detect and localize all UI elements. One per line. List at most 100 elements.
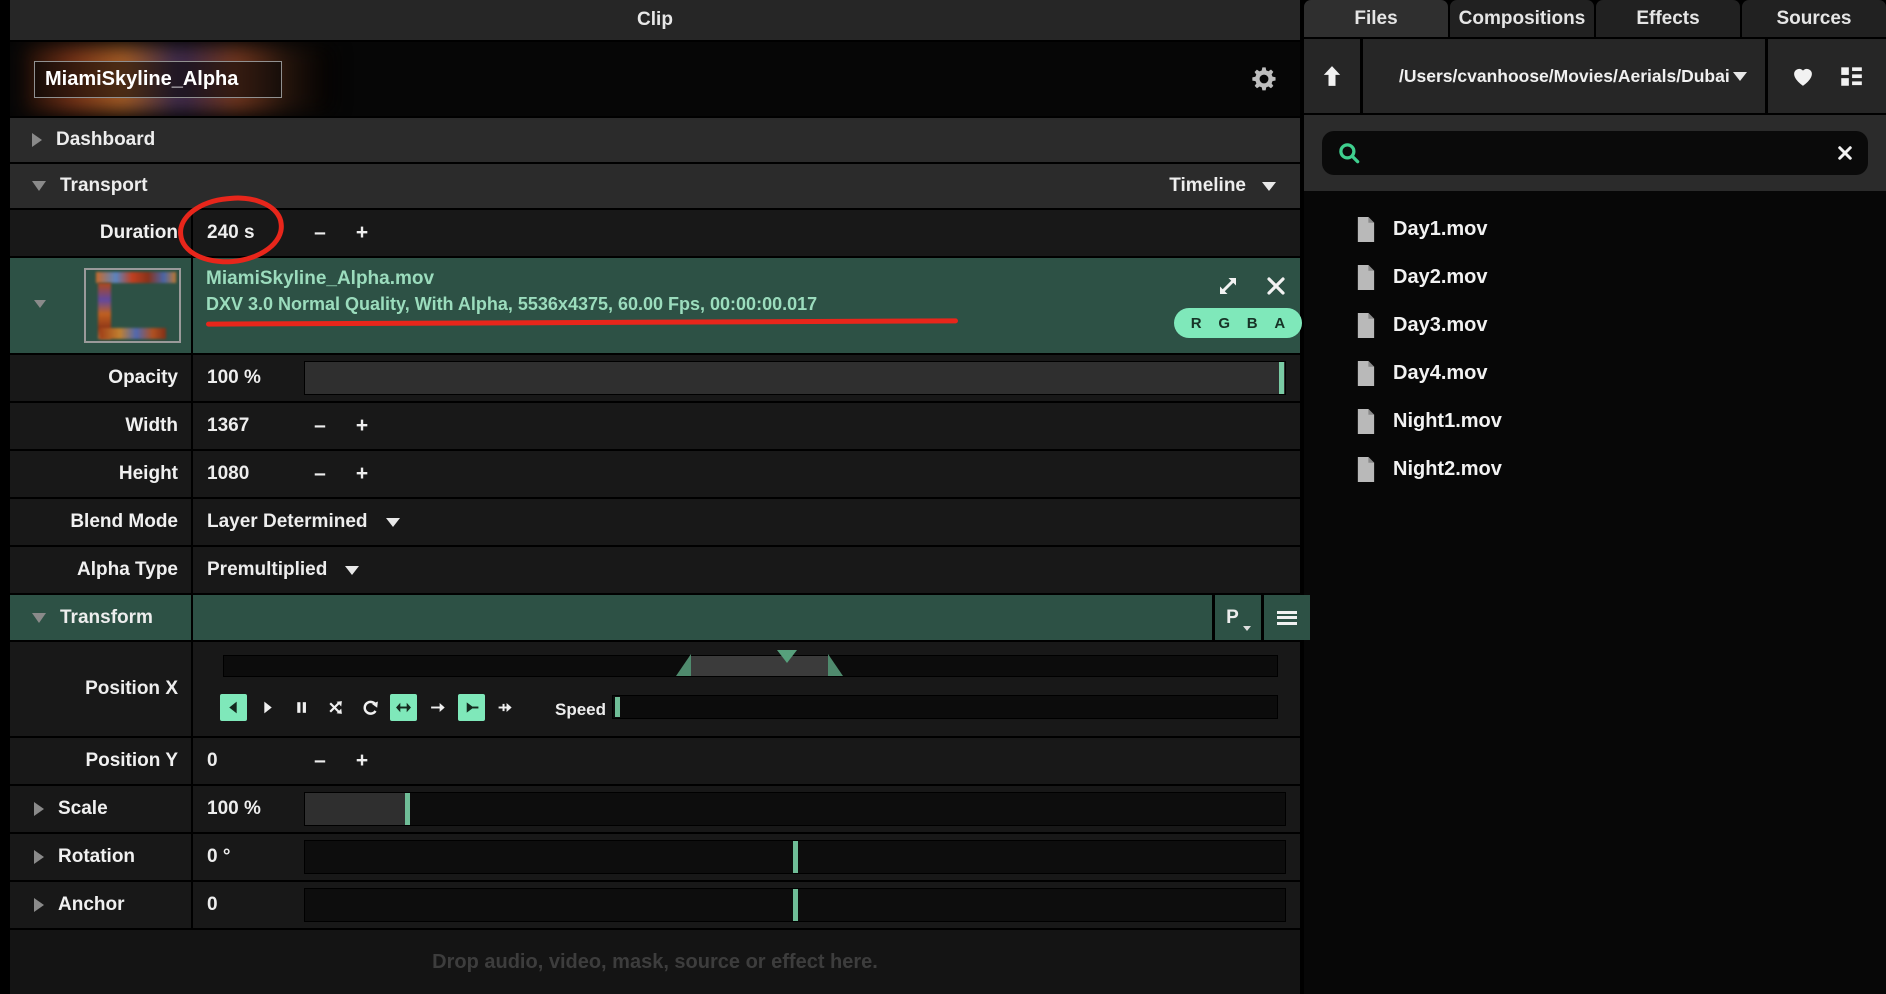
speed-slider[interactable]	[612, 695, 1278, 719]
alpha-type-row: Alpha Type Premultiplied	[10, 547, 1300, 593]
section-transform[interactable]: Transform P	[10, 595, 1300, 640]
speed-slider-handle[interactable]	[615, 697, 620, 717]
loop-button[interactable]	[356, 694, 383, 721]
file-row-day4[interactable]: Day4.mov	[1304, 349, 1886, 397]
expand-button[interactable]	[1214, 272, 1242, 300]
scale-row: Scale 100 %	[10, 786, 1300, 832]
play-forwards-button[interactable]	[254, 694, 281, 721]
collapsed-arrow-icon	[34, 898, 44, 912]
search-box[interactable]	[1322, 131, 1868, 175]
scale-slider-fill	[305, 793, 405, 825]
opacity-row: Opacity 100 %	[10, 355, 1300, 401]
clear-search-icon[interactable]	[1836, 144, 1854, 162]
height-label: Height	[10, 451, 193, 497]
channel-toggle-a[interactable]: A	[1274, 315, 1285, 332]
folder-up-button[interactable]	[1304, 39, 1360, 113]
favorite-button[interactable]	[1789, 62, 1817, 90]
section-transport-label: Transport	[60, 175, 148, 197]
play-once-eject-button[interactable]	[424, 694, 451, 721]
scale-slider[interactable]	[304, 792, 1286, 826]
channel-toggle-g[interactable]: G	[1218, 315, 1230, 332]
width-row: Width 1367 – +	[10, 403, 1300, 449]
clip-file-info: DXV 3.0 Normal Quality, With Alpha, 5536…	[206, 294, 817, 315]
blend-mode-dropdown[interactable]: Layer Determined	[207, 499, 400, 545]
transform-menu-button[interactable]	[1261, 595, 1310, 640]
up-arrow-icon	[1318, 62, 1346, 90]
channel-toggle-b[interactable]: B	[1247, 315, 1258, 332]
close-clip-button[interactable]	[1262, 272, 1290, 300]
position-y-row: Position Y 0 – +	[10, 738, 1300, 784]
file-row-day2[interactable]: Day2.mov	[1304, 253, 1886, 301]
play-once-hold-button[interactable]	[458, 694, 485, 721]
opacity-slider-handle[interactable]	[1279, 362, 1284, 394]
rotation-slider-handle[interactable]	[793, 841, 798, 873]
timeline-selection[interactable]	[690, 656, 828, 676]
tab-sources[interactable]: Sources	[1742, 0, 1886, 37]
height-decrement-button[interactable]: –	[311, 462, 329, 486]
width-increment-button[interactable]: +	[353, 414, 371, 438]
rotation-expander[interactable]: Rotation	[10, 834, 193, 880]
play-backwards-button[interactable]	[220, 694, 247, 721]
duration-increment-button[interactable]: +	[353, 221, 371, 245]
scale-expander[interactable]: Scale	[10, 786, 193, 832]
settings-button[interactable]	[1248, 63, 1280, 95]
duration-decrement-button[interactable]: –	[311, 221, 329, 245]
clip-name-input[interactable]	[34, 61, 282, 98]
section-dashboard[interactable]: Dashboard	[10, 118, 1300, 162]
bounce-button[interactable]	[390, 694, 417, 721]
anchor-label: Anchor	[58, 894, 125, 916]
timeline-out-handle[interactable]	[828, 654, 843, 676]
alpha-type-dropdown[interactable]: Premultiplied	[207, 547, 359, 593]
pause-button[interactable]	[288, 694, 315, 721]
drop-zone[interactable]: Drop audio, video, mask, source or effec…	[10, 930, 1300, 994]
browser-view-controls	[1768, 39, 1886, 113]
anchor-row: Anchor 0	[10, 882, 1300, 928]
anchor-slider[interactable]	[304, 888, 1286, 922]
position-x-timeline[interactable]	[223, 655, 1278, 677]
opacity-value[interactable]: 100 %	[207, 355, 309, 401]
duration-value[interactable]: 240 s	[207, 210, 309, 256]
height-increment-button[interactable]: +	[353, 462, 371, 486]
position-y-value[interactable]: 0	[207, 738, 309, 784]
scale-slider-handle[interactable]	[405, 793, 410, 825]
file-row-night1[interactable]: Night1.mov	[1304, 397, 1886, 445]
transport-mode-dropdown[interactable]: Timeline	[1169, 175, 1276, 197]
timeline-in-handle[interactable]	[676, 654, 691, 676]
play-random-button[interactable]	[322, 694, 349, 721]
section-transport[interactable]: Transport Timeline	[10, 164, 1300, 208]
timeline-playhead[interactable]	[777, 650, 797, 663]
position-y-decrement-button[interactable]: –	[311, 749, 329, 773]
width-label: Width	[10, 403, 193, 449]
channel-toggle-r[interactable]: R	[1191, 315, 1202, 332]
clip-expander-icon[interactable]	[34, 300, 46, 308]
width-value[interactable]: 1367	[207, 403, 309, 449]
panel-title: Clip	[10, 0, 1300, 40]
play-once-continue-button[interactable]	[492, 694, 519, 721]
anchor-expander[interactable]: Anchor	[10, 882, 193, 928]
tab-files[interactable]: Files	[1304, 0, 1448, 37]
alpha-type-value: Premultiplied	[207, 559, 327, 581]
rotation-value[interactable]: 0 °	[207, 834, 309, 880]
file-row-day1[interactable]: Day1.mov	[1304, 205, 1886, 253]
height-value[interactable]: 1080	[207, 451, 309, 497]
scale-value[interactable]: 100 %	[207, 786, 309, 832]
rotation-label: Rotation	[58, 846, 135, 868]
file-row-day3[interactable]: Day3.mov	[1304, 301, 1886, 349]
file-row-night2[interactable]: Night2.mov	[1304, 445, 1886, 493]
anchor-slider-handle[interactable]	[793, 889, 798, 921]
anchor-value[interactable]: 0	[207, 882, 309, 928]
list-view-button[interactable]	[1837, 62, 1865, 90]
clip-thumbnail[interactable]	[84, 268, 181, 343]
search-input[interactable]	[1374, 143, 1824, 164]
transform-preset-button[interactable]: P	[1212, 595, 1258, 640]
opacity-slider[interactable]	[304, 361, 1286, 395]
play-backwards-icon	[225, 699, 242, 716]
position-y-increment-button[interactable]: +	[353, 749, 371, 773]
tab-compositions[interactable]: Compositions	[1450, 0, 1594, 37]
arrow-right-icon	[429, 699, 446, 716]
width-decrement-button[interactable]: –	[311, 414, 329, 438]
path-dropdown[interactable]: /Users/cvanhoose/Movies/Aerials/Dubai	[1363, 39, 1765, 113]
speed-label: Speed	[555, 700, 606, 720]
rotation-slider[interactable]	[304, 840, 1286, 874]
tab-effects[interactable]: Effects	[1596, 0, 1740, 37]
